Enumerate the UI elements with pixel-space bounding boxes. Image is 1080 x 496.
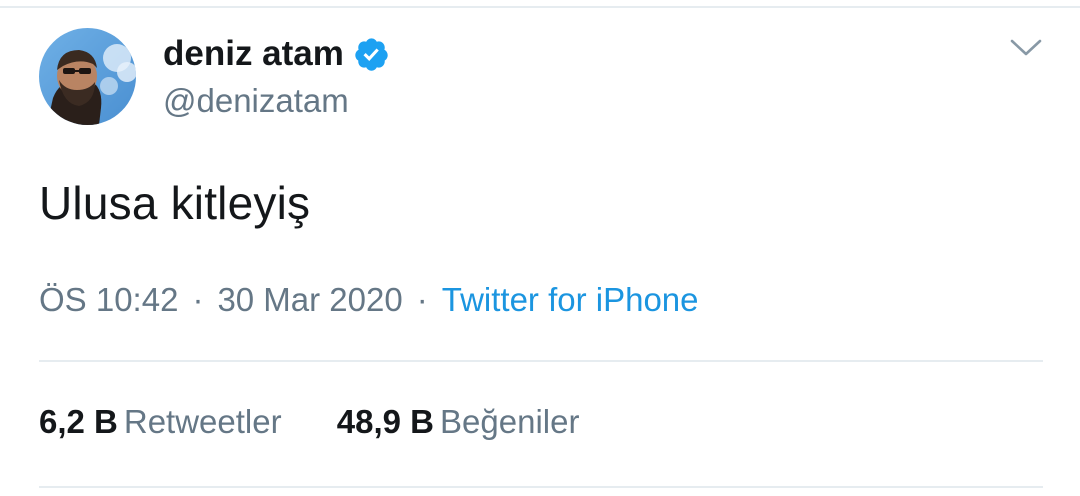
avatar[interactable] bbox=[39, 28, 136, 125]
verified-badge-icon bbox=[355, 37, 388, 71]
chevron-down-icon[interactable] bbox=[1009, 36, 1043, 60]
tweet-text: Ulusa kitleyiş bbox=[39, 177, 311, 229]
tweet-source-link[interactable]: Twitter for iPhone bbox=[442, 281, 699, 318]
retweets-count: 6,2 B bbox=[39, 403, 118, 440]
likes-count: 48,9 B bbox=[336, 403, 435, 440]
tweet-time[interactable]: ÖS 10:42 bbox=[39, 281, 178, 318]
top-divider bbox=[0, 6, 1080, 8]
avatar-image bbox=[39, 28, 136, 125]
meta-separator: · bbox=[192, 281, 204, 318]
tweet-stats: 6,2 B Retweetler 48,9 B Beğeniler bbox=[39, 403, 579, 441]
author-display-name[interactable]: deniz atam bbox=[163, 34, 344, 74]
tweet-meta: ÖS 10:42 · 30 Mar 2020 · Twitter for iPhone bbox=[39, 281, 699, 319]
tweet-date[interactable]: 30 Mar 2020 bbox=[217, 281, 402, 318]
divider bbox=[39, 360, 1043, 362]
retweets-label: Retweetler bbox=[123, 403, 282, 440]
author-handle[interactable]: @denizatam bbox=[163, 82, 349, 120]
likes-label: Beğeniler bbox=[440, 403, 580, 440]
author-name-row[interactable]: deniz atam bbox=[163, 33, 390, 75]
divider bbox=[39, 486, 1043, 488]
meta-separator: · bbox=[416, 281, 428, 318]
retweets-stat[interactable]: 6,2 B Retweetler bbox=[39, 403, 282, 441]
likes-stat[interactable]: 48,9 B Beğeniler bbox=[337, 403, 580, 441]
